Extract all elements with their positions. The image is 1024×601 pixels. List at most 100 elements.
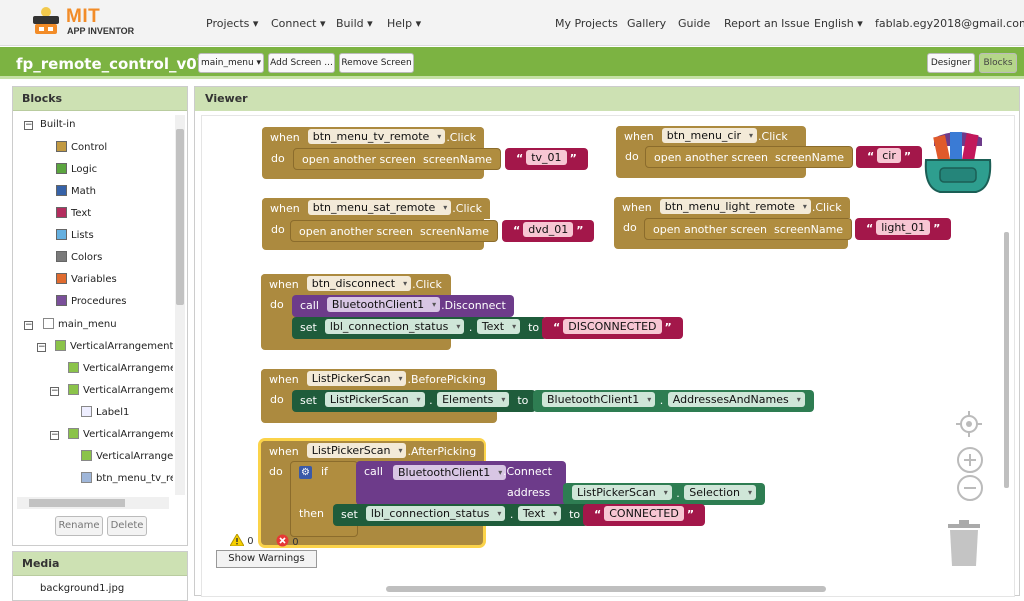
open-screen-block[interactable]: open another screen screenName xyxy=(290,220,499,242)
string-value[interactable]: DISCONNECTED xyxy=(563,319,662,334)
recenter-icon[interactable] xyxy=(955,410,983,438)
drawer-control[interactable]: Control xyxy=(56,139,107,157)
workspace-vertical-scrollbar[interactable] xyxy=(1004,232,1009,488)
component-dropdown[interactable]: btn_menu_light_remote xyxy=(659,199,811,214)
if-keyword: if xyxy=(321,465,328,478)
component-dropdown[interactable]: ListPickerScan xyxy=(324,392,425,407)
rename-button[interactable]: Rename xyxy=(55,516,103,536)
text-string-block[interactable]: “tv_01” xyxy=(505,148,588,170)
text-string-block[interactable]: “dvd_01” xyxy=(502,220,595,242)
string-value[interactable]: cir xyxy=(877,148,901,163)
drawer-math[interactable]: Math xyxy=(56,183,96,201)
zoom-out-icon[interactable] xyxy=(956,474,984,502)
link-report-issue[interactable]: Report an Issue xyxy=(724,17,810,30)
tree-vertical-scrollbar[interactable] xyxy=(175,115,185,495)
collapse-icon[interactable]: − xyxy=(24,121,33,130)
scrollbar-thumb[interactable] xyxy=(176,129,184,305)
text-string-block[interactable]: “cir” xyxy=(856,146,923,168)
menu-connect[interactable]: Connect ▾ xyxy=(271,17,326,30)
string-value[interactable]: light_01 xyxy=(876,220,931,235)
link-gallery[interactable]: Gallery xyxy=(627,17,666,30)
component-dropdown[interactable]: ListPickerScan xyxy=(306,443,407,458)
tree-vertical-arrangement[interactable]: VerticalArranger xyxy=(81,448,173,466)
component-dropdown[interactable]: btn_menu_cir xyxy=(661,128,758,143)
tree-horizontal-scrollbar[interactable] xyxy=(17,497,169,509)
drawer-logic[interactable]: Logic xyxy=(56,161,97,179)
tree-vertical-arrangement2[interactable]: VerticalArrangement2 xyxy=(55,338,173,356)
collapse-icon[interactable]: − xyxy=(50,431,59,440)
menu-projects[interactable]: Projects ▾ xyxy=(206,17,258,30)
component-dropdown[interactable]: BluetoothClient1 xyxy=(326,297,441,312)
link-guide[interactable]: Guide xyxy=(678,17,710,30)
component-dropdown[interactable]: btn_menu_sat_remote xyxy=(307,200,452,215)
call-keyword: call xyxy=(364,465,383,478)
call-disconnect-block[interactable]: call BluetoothClient1.Disconnect xyxy=(292,295,514,317)
drawer-text[interactable]: Text xyxy=(56,205,91,223)
workspace-horizontal-scrollbar[interactable] xyxy=(386,586,826,592)
media-item[interactable]: background1.jpg xyxy=(40,583,124,594)
menu-build[interactable]: Build ▾ xyxy=(336,17,373,30)
screen-select[interactable]: main_menu ▾ xyxy=(198,53,264,73)
app-inventor-logo[interactable]: MIT APP INVENTOR xyxy=(30,4,170,40)
link-my-projects[interactable]: My Projects xyxy=(555,17,618,30)
error-indicator[interactable]: 0 xyxy=(276,534,299,548)
text-string-block[interactable]: “light_01” xyxy=(855,218,952,240)
blocks-button[interactable]: Blocks xyxy=(979,53,1017,73)
component-dropdown[interactable]: btn_menu_tv_remote xyxy=(307,129,446,144)
open-screen-block[interactable]: open another screen screenName xyxy=(645,146,854,168)
collapse-icon[interactable]: − xyxy=(37,343,46,352)
tree-vertical-arrangement[interactable]: VerticalArrangemer xyxy=(68,382,173,400)
string-value[interactable]: tv_01 xyxy=(526,150,567,165)
remove-screen-button[interactable]: Remove Screen xyxy=(339,53,414,73)
component-dropdown[interactable]: btn_disconnect xyxy=(306,276,412,291)
property-dropdown[interactable]: Elements xyxy=(437,392,510,407)
property-dropdown[interactable]: Text xyxy=(517,506,562,521)
call-connect-block[interactable]: call BluetoothClient1 .Connect address xyxy=(356,461,566,505)
component-dropdown[interactable]: lbl_connection_status xyxy=(365,506,506,521)
component-dropdown[interactable]: BluetoothClient1 xyxy=(393,465,507,480)
tree-vertical-arrangement[interactable]: VerticalArrangemer xyxy=(68,360,173,378)
drawer-procedures[interactable]: Procedures xyxy=(56,293,126,311)
set-text-block[interactable]: set lbl_connection_status . Text to xyxy=(292,317,548,339)
tree-btn-menu-tv-remote[interactable]: btn_menu_tv_rer xyxy=(81,470,173,488)
backpack-icon[interactable] xyxy=(920,124,996,196)
tree-vertical-arrangement[interactable]: VerticalArrangemer xyxy=(68,426,173,444)
show-warnings-button[interactable]: Show Warnings xyxy=(216,550,317,568)
add-screen-button[interactable]: Add Screen ... xyxy=(268,53,335,73)
language-menu[interactable]: English ▾ xyxy=(814,17,863,30)
property-dropdown[interactable]: AddressesAndNames xyxy=(667,392,805,407)
tree-label1[interactable]: Label1 xyxy=(81,404,129,422)
open-screen-block[interactable]: open another screen screenName xyxy=(644,218,853,240)
scrollbar-thumb[interactable] xyxy=(29,499,125,507)
drawer-lists[interactable]: Lists xyxy=(56,227,94,245)
getter-block[interactable]: ListPickerScan . Selection xyxy=(563,483,765,505)
component-dropdown[interactable]: ListPickerScan xyxy=(572,485,672,500)
string-value[interactable]: CONNECTED xyxy=(604,506,684,521)
property-dropdown[interactable]: Selection xyxy=(684,485,756,500)
tree-builtin[interactable]: Built-in xyxy=(40,116,75,134)
open-screen-block[interactable]: open another screen screenName xyxy=(293,148,502,170)
getter-block[interactable]: BluetoothClient1 . AddressesAndNames xyxy=(533,390,814,412)
set-text-block[interactable]: set lbl_connection_status . Text to xyxy=(333,504,589,526)
property-dropdown[interactable]: Text xyxy=(476,319,521,334)
text-string-block[interactable]: “DISCONNECTED” xyxy=(542,317,683,339)
delete-button[interactable]: Delete xyxy=(107,516,147,536)
drawer-variables[interactable]: Variables xyxy=(56,271,117,289)
text-string-block[interactable]: “CONNECTED” xyxy=(583,504,706,526)
drawer-colors[interactable]: Colors xyxy=(56,249,102,267)
collapse-icon[interactable]: − xyxy=(50,387,59,396)
warning-indicator[interactable]: 0 xyxy=(229,533,254,547)
gear-icon[interactable]: ⚙ xyxy=(299,466,312,479)
set-elements-block[interactable]: set ListPickerScan . Elements to xyxy=(292,390,537,412)
component-dropdown[interactable]: ListPickerScan xyxy=(306,371,407,386)
trash-icon[interactable] xyxy=(946,520,982,568)
component-dropdown[interactable]: lbl_connection_status xyxy=(324,319,465,334)
account-menu[interactable]: fablab.egy2018@gmail.com ▾ xyxy=(875,17,1024,30)
designer-button[interactable]: Designer xyxy=(927,53,975,73)
menu-help[interactable]: Help ▾ xyxy=(387,17,421,30)
zoom-in-icon[interactable] xyxy=(956,446,984,474)
string-value[interactable]: dvd_01 xyxy=(523,222,574,237)
collapse-icon[interactable]: − xyxy=(24,321,33,330)
component-dropdown[interactable]: BluetoothClient1 xyxy=(542,392,656,407)
tree-main-menu[interactable]: main_menu xyxy=(43,316,117,334)
